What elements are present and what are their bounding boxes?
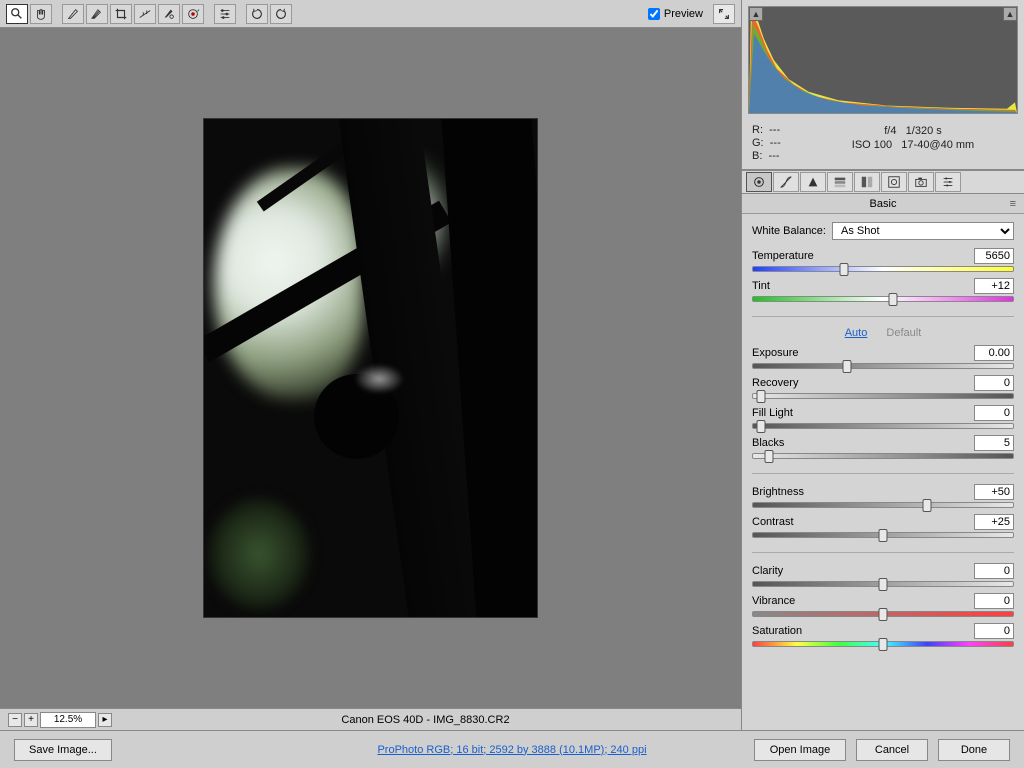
recovery-slider[interactable] xyxy=(752,393,1014,399)
status-text: Canon EOS 40D - IMG_8830.CR2 xyxy=(118,714,733,726)
filllight-value[interactable]: 0 xyxy=(974,405,1014,421)
tab-lens[interactable] xyxy=(881,172,907,192)
temperature-slider[interactable] xyxy=(752,266,1014,272)
filllight-label: Fill Light xyxy=(752,407,793,419)
right-pane: ▲ ▲ R: --- G: --- B: --- f/4 1/320 s xyxy=(742,0,1024,730)
exposure-value[interactable]: 0.00 xyxy=(974,345,1014,361)
shadow-clip-warning[interactable]: ▲ xyxy=(749,7,763,21)
zoom-in-button[interactable]: + xyxy=(24,713,38,727)
zoom-out-button[interactable]: − xyxy=(8,713,22,727)
left-pane: Preview − xyxy=(0,0,742,730)
vibrance-label: Vibrance xyxy=(752,595,795,607)
exif-info: R: --- G: --- B: --- f/4 1/320 s ISO 100… xyxy=(742,120,1024,170)
saturation-slider[interactable] xyxy=(752,641,1014,647)
filllight-slider[interactable] xyxy=(752,423,1014,429)
top-toolbar: Preview xyxy=(0,0,741,28)
tab-split[interactable] xyxy=(854,172,880,192)
crop-tool[interactable] xyxy=(110,4,132,24)
contrast-slider[interactable] xyxy=(752,532,1014,538)
panel-menu-icon[interactable]: ≡ xyxy=(1010,198,1016,210)
rotate-cw-tool[interactable] xyxy=(270,4,292,24)
save-image-button[interactable]: Save Image... xyxy=(14,739,112,761)
panel-header: Basic ≡ xyxy=(742,194,1024,214)
tint-slider[interactable] xyxy=(752,296,1014,302)
auto-link[interactable]: Auto xyxy=(845,327,868,339)
preview-label: Preview xyxy=(664,8,703,20)
workflow-link[interactable]: ProPhoto RGB; 16 bit; 2592 by 3888 (10.1… xyxy=(377,744,646,756)
preview-checkbox[interactable]: Preview xyxy=(648,8,703,20)
saturation-label: Saturation xyxy=(752,625,802,637)
blacks-label: Blacks xyxy=(752,437,784,449)
zoom-tool[interactable] xyxy=(6,4,28,24)
basic-panel: White Balance: As Shot Temperature 5650 … xyxy=(742,214,1024,730)
saturation-value[interactable]: 0 xyxy=(974,623,1014,639)
straighten-tool[interactable] xyxy=(134,4,156,24)
tab-basic[interactable] xyxy=(746,172,772,192)
tab-curves[interactable] xyxy=(773,172,799,192)
image-preview-area[interactable] xyxy=(0,28,741,708)
photo-preview xyxy=(203,118,538,618)
tint-value[interactable]: +12 xyxy=(974,278,1014,294)
recovery-value[interactable]: 0 xyxy=(974,375,1014,391)
vibrance-slider[interactable] xyxy=(752,611,1014,617)
tab-hsl[interactable] xyxy=(827,172,853,192)
status-bar: − + 12.5% ▸ Canon EOS 40D - IMG_8830.CR2 xyxy=(0,708,741,730)
exposure-slider[interactable] xyxy=(752,363,1014,369)
spot-removal-tool[interactable] xyxy=(158,4,180,24)
clarity-slider[interactable] xyxy=(752,581,1014,587)
tint-label: Tint xyxy=(752,280,770,292)
highlight-clip-warning[interactable]: ▲ xyxy=(1003,7,1017,21)
fullscreen-toggle[interactable] xyxy=(713,4,735,24)
vibrance-value[interactable]: 0 xyxy=(974,593,1014,609)
recovery-label: Recovery xyxy=(752,377,798,389)
temperature-value[interactable]: 5650 xyxy=(974,248,1014,264)
default-link[interactable]: Default xyxy=(886,327,921,339)
clarity-value[interactable]: 0 xyxy=(974,563,1014,579)
white-balance-select[interactable]: As Shot xyxy=(832,222,1014,240)
footer: Save Image... ProPhoto RGB; 16 bit; 2592… xyxy=(0,730,1024,768)
white-balance-tool[interactable] xyxy=(62,4,84,24)
zoom-value[interactable]: 12.5% xyxy=(40,712,96,728)
histogram[interactable]: ▲ ▲ xyxy=(748,6,1018,114)
temperature-label: Temperature xyxy=(752,250,814,262)
tab-camera[interactable] xyxy=(908,172,934,192)
rotate-ccw-tool[interactable] xyxy=(246,4,268,24)
wb-label: White Balance: xyxy=(752,225,826,237)
hand-tool[interactable] xyxy=(30,4,52,24)
cancel-button[interactable]: Cancel xyxy=(856,739,928,761)
contrast-label: Contrast xyxy=(752,516,794,528)
open-image-button[interactable]: Open Image xyxy=(754,739,846,761)
tab-presets[interactable] xyxy=(935,172,961,192)
blacks-value[interactable]: 5 xyxy=(974,435,1014,451)
redeye-tool[interactable] xyxy=(182,4,204,24)
preferences-tool[interactable] xyxy=(214,4,236,24)
tab-detail[interactable] xyxy=(800,172,826,192)
clarity-label: Clarity xyxy=(752,565,783,577)
panel-tabs xyxy=(742,170,1024,194)
exposure-label: Exposure xyxy=(752,347,798,359)
blacks-slider[interactable] xyxy=(752,453,1014,459)
done-button[interactable]: Done xyxy=(938,739,1010,761)
zoom-menu-button[interactable]: ▸ xyxy=(98,713,112,727)
color-sampler-tool[interactable] xyxy=(86,4,108,24)
contrast-value[interactable]: +25 xyxy=(974,514,1014,530)
brightness-slider[interactable] xyxy=(752,502,1014,508)
brightness-value[interactable]: +50 xyxy=(974,484,1014,500)
brightness-label: Brightness xyxy=(752,486,804,498)
